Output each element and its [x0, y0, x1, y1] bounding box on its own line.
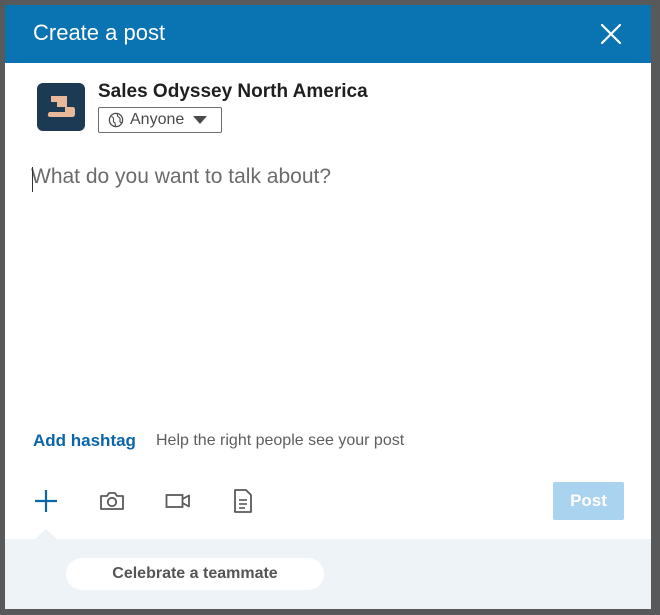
dialog-title: Create a post [33, 20, 166, 45]
close-icon [600, 23, 622, 45]
text-cursor [32, 167, 33, 192]
create-post-dialog: Create a post Sales Odyssey North Americ… [5, 5, 651, 609]
dialog-header: Create a post [5, 5, 651, 63]
camera-icon [100, 492, 124, 510]
celebrate-teammate-button[interactable]: Celebrate a teammate [66, 558, 324, 590]
suggestion-pointer [35, 529, 57, 539]
add-video-button[interactable] [162, 485, 194, 517]
visibility-dropdown[interactable]: Anyone [98, 107, 222, 133]
video-icon [165, 494, 190, 508]
company-logo-icon [47, 96, 75, 117]
add-document-button[interactable] [227, 485, 259, 517]
document-icon [234, 489, 252, 513]
plus-icon [35, 490, 57, 512]
globe-icon [108, 112, 124, 128]
suggestion-bar: Celebrate a teammate [5, 529, 651, 609]
add-photo-button[interactable] [96, 485, 128, 517]
avatar [37, 83, 85, 131]
post-button[interactable]: Post [553, 482, 624, 520]
visibility-label: Anyone [130, 111, 185, 128]
hashtag-help-text: Help the right people see your post [156, 432, 405, 449]
post-text-input[interactable] [31, 165, 625, 415]
caret-down-icon [193, 116, 208, 124]
add-more-button[interactable] [30, 485, 62, 517]
add-hashtag-button[interactable]: Add hashtag [33, 431, 136, 451]
close-button[interactable] [597, 20, 625, 48]
author-name: Sales Odyssey North America [98, 81, 368, 102]
